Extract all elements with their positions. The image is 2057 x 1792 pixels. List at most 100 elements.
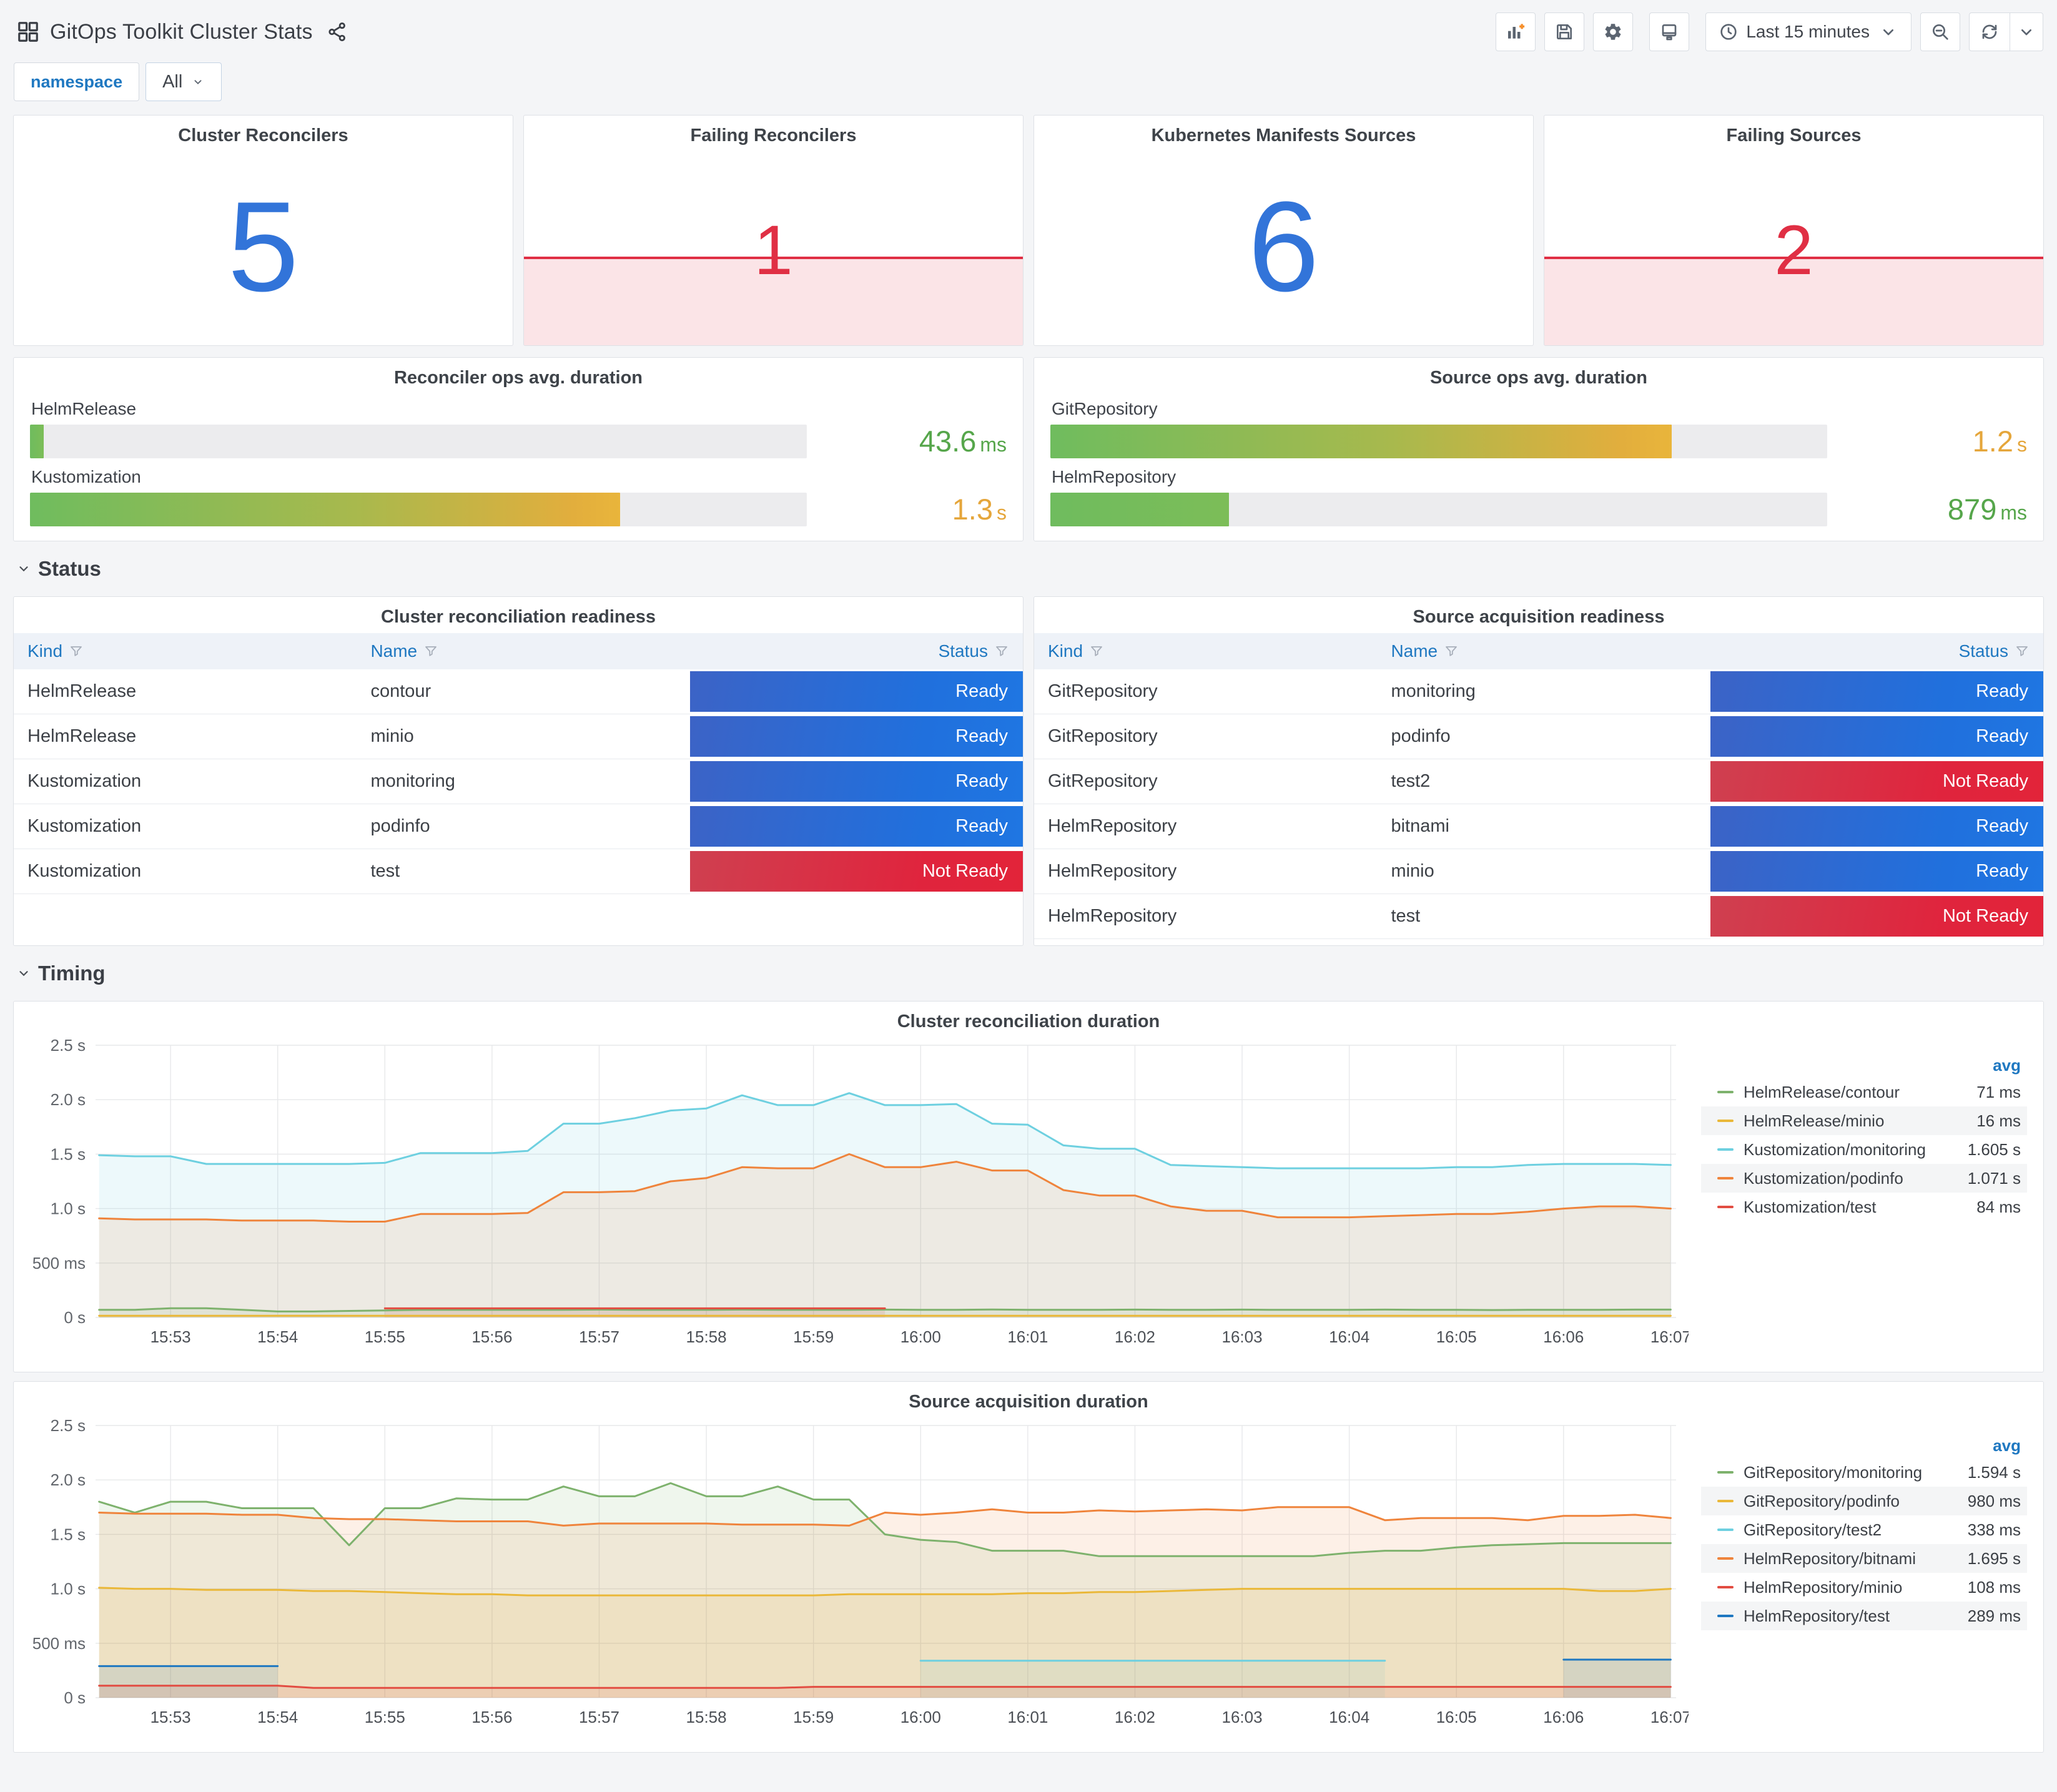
- legend-item[interactable]: HelmRepository/minio 108 ms: [1701, 1573, 2027, 1602]
- x-tick-label: 15:58: [686, 1708, 727, 1726]
- dashboard-grid-icon: [18, 22, 38, 42]
- status-badge: Ready: [689, 761, 1023, 802]
- stat-body: 5: [14, 148, 513, 345]
- y-tick-label: 1.0 s: [51, 1580, 86, 1598]
- legend-series-name: GitRepository/monitoring: [1744, 1462, 1923, 1482]
- plot-area[interactable]: 0 s 500 ms 1.0 s 1.5 s 2.0 s 2.5 s 15:53 15:54 1…: [17, 1034, 1701, 1357]
- legend-header-avg[interactable]: avg: [1927, 1056, 2021, 1075]
- tables-row: Cluster reconciliation readiness Kind Name…: [13, 596, 2044, 946]
- cell-status: Not Ready: [1710, 894, 2043, 939]
- legend-item[interactable]: GitRepository/test2 338 ms: [1701, 1515, 2027, 1544]
- bar-gauge-track: [1050, 424, 1827, 458]
- refresh-button-group[interactable]: [1969, 12, 2043, 51]
- legend-series-avg: 1.071 s: [1967, 1168, 2021, 1188]
- cell-kind: GitRepository: [1034, 669, 1378, 714]
- plot-area[interactable]: 0 s 500 ms 1.0 s 1.5 s 2.0 s 2.5 s 15:53 15:54 1…: [17, 1414, 1701, 1737]
- zoom-out-button[interactable]: [1920, 12, 1960, 51]
- legend-item[interactable]: HelmRelease/contour 71 ms: [1701, 1078, 2027, 1106]
- x-tick-label: 15:58: [686, 1327, 727, 1346]
- refresh-button[interactable]: [1970, 13, 2010, 51]
- cell-name: test2: [1377, 759, 1710, 804]
- monitor-icon: [1662, 24, 1677, 41]
- bar-gauge-value: 1.2 s: [1827, 424, 2027, 458]
- cell-name: test: [1377, 894, 1710, 939]
- column-header-name[interactable]: Name: [1377, 633, 1710, 669]
- column-header-kind[interactable]: Kind: [14, 633, 357, 669]
- column-header-name[interactable]: Name: [357, 633, 689, 669]
- status-badge: Not Ready: [1710, 896, 2043, 937]
- legend-item[interactable]: HelmRelease/minio 16 ms: [1701, 1106, 2027, 1135]
- legend-series-name: Kustomization/monitoring: [1744, 1140, 1926, 1159]
- legend-item[interactable]: GitRepository/monitoring 1.594 s: [1701, 1458, 2027, 1487]
- x-tick-label: 16:00: [900, 1708, 941, 1726]
- legend-series-name: GitRepository/test2: [1744, 1520, 1882, 1539]
- panel-title: Cluster reconciliation readiness: [381, 607, 656, 627]
- legend: avg GitRepository/monitoring 1.594 s GitRep…: [1701, 1414, 2038, 1737]
- legend-item[interactable]: Kustomization/test 84 ms: [1701, 1193, 2027, 1221]
- status-badge: Ready: [1710, 671, 2043, 712]
- filter-funnel-icon[interactable]: [1444, 644, 1459, 659]
- bar-gauge-line: 1.3 s: [30, 492, 1007, 526]
- y-tick-label: 1.5 s: [51, 1145, 86, 1163]
- legend-swatch: [1717, 1557, 1734, 1560]
- gear-icon: [1605, 24, 1621, 40]
- filter-funnel-icon[interactable]: [2015, 644, 2030, 659]
- x-tick-label: 16:05: [1436, 1327, 1477, 1346]
- filter-funnel-icon[interactable]: [1089, 644, 1104, 659]
- refresh-interval-dropdown[interactable]: [2010, 13, 2043, 51]
- section-timing[interactable]: Timing: [17, 957, 2044, 990]
- table-row: GitRepository podinfo Ready: [1034, 714, 2043, 759]
- bar-gauge-group: HelmRepository 879 ms: [1050, 467, 2027, 526]
- section-title: Timing: [38, 962, 106, 985]
- dashboard-settings-button[interactable]: [1593, 12, 1634, 51]
- x-tick-label: 15:53: [150, 1708, 191, 1726]
- cell-kind: Kustomization: [14, 759, 357, 804]
- bar-gauge-fill: [1050, 424, 1672, 458]
- section-status[interactable]: Status: [17, 553, 2044, 585]
- chevron-down-icon: [19, 566, 28, 572]
- namespace-filter-label[interactable]: namespace: [14, 62, 140, 101]
- cycle-view-button[interactable]: [1649, 12, 1690, 51]
- legend-item[interactable]: Kustomization/podinfo 1.071 s: [1701, 1164, 2027, 1193]
- legend-series-name: HelmRelease/minio: [1744, 1111, 1885, 1130]
- x-tick-label: 16:06: [1543, 1327, 1584, 1346]
- bar-gauge-fill: [30, 492, 621, 526]
- status-badge: Ready: [689, 806, 1023, 847]
- legend-swatch: [1717, 1091, 1734, 1093]
- namespace-filter-value[interactable]: All: [146, 62, 222, 101]
- series-area: [99, 1666, 278, 1698]
- legend-item[interactable]: Kustomization/monitoring 1.605 s: [1701, 1135, 2027, 1164]
- cell-status: Ready: [1710, 849, 2043, 894]
- add-panel-button[interactable]: [1496, 12, 1536, 51]
- x-tick-label: 16:04: [1329, 1708, 1369, 1726]
- chevron-down-icon: [1883, 29, 1893, 36]
- legend-header-avg[interactable]: avg: [1927, 1436, 2021, 1455]
- column-header-kind[interactable]: Kind: [1034, 633, 1377, 669]
- namespace-filter-selected: All: [162, 71, 183, 92]
- x-tick-label: 16:03: [1222, 1708, 1263, 1726]
- time-range-picker[interactable]: Last 15 minutes: [1705, 12, 1911, 51]
- add-panel-icon: [1508, 24, 1525, 39]
- table-header-row: Kind Name Status: [14, 633, 1023, 669]
- share-icon[interactable]: [327, 21, 348, 42]
- stat-panel: Failing Reconcilers 1: [523, 115, 1024, 346]
- column-header-label: Status: [1958, 641, 2008, 661]
- cell-status: Not Ready: [1710, 759, 2043, 804]
- time-series-plot[interactable]: 0 s 500 ms 1.0 s 1.5 s 2.0 s 2.5 s 15:53 15:54 1…: [17, 1414, 1691, 1734]
- legend-swatch: [1717, 1148, 1734, 1151]
- filter-funnel-icon[interactable]: [423, 644, 438, 659]
- legend-item[interactable]: HelmRepository/test 289 ms: [1701, 1602, 2027, 1630]
- legend-item[interactable]: HelmRepository/bitnami 1.695 s: [1701, 1544, 2027, 1573]
- filter-funnel-icon[interactable]: [994, 644, 1009, 659]
- bar-gauge-panel: Reconciler ops avg. duration HelmRelease 4…: [13, 357, 1024, 541]
- table-row: HelmRelease contour Ready: [14, 669, 1023, 714]
- status-badge: Ready: [1710, 806, 2043, 847]
- x-tick-label: 16:01: [1007, 1327, 1048, 1346]
- cell-kind: Kustomization: [14, 849, 357, 894]
- column-header-status[interactable]: Status: [1710, 633, 2043, 669]
- column-header-status[interactable]: Status: [690, 633, 1023, 669]
- filter-funnel-icon[interactable]: [69, 644, 84, 659]
- legend-item[interactable]: GitRepository/podinfo 980 ms: [1701, 1487, 2027, 1515]
- time-series-plot[interactable]: 0 s 500 ms 1.0 s 1.5 s 2.0 s 2.5 s 15:53 15:54 1…: [17, 1034, 1691, 1354]
- save-dashboard-button[interactable]: [1544, 12, 1585, 51]
